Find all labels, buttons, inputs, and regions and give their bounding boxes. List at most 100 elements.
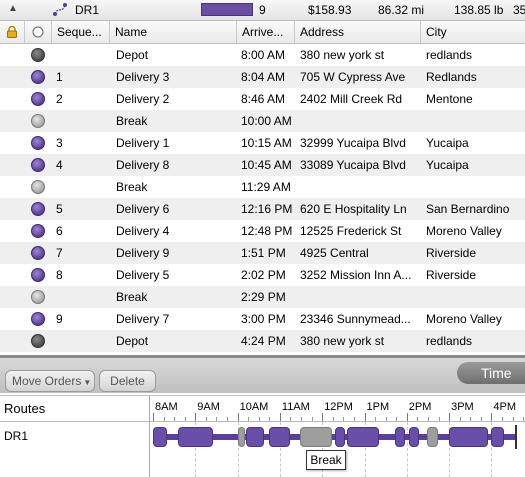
route-name: DR1 <box>75 3 100 17</box>
timeline-depot-block[interactable] <box>153 427 168 447</box>
collapse-caret-icon[interactable]: ▲ <box>8 3 18 14</box>
timeline-route-name[interactable]: DR1 <box>4 429 28 443</box>
status-column-header[interactable] <box>25 21 52 43</box>
cell-city: redlands <box>426 334 473 348</box>
delivery-status-icon <box>31 202 45 216</box>
timeline-header-divider <box>0 421 525 422</box>
timeline-delivery-block[interactable] <box>394 427 406 447</box>
table-row[interactable]: 7 Delivery 9 1:51 PM 4925 Central Riverside <box>0 242 525 264</box>
timeline-delivery-block[interactable] <box>346 427 379 447</box>
delivery-status-icon <box>31 92 45 106</box>
column-header-arrive[interactable]: Arrive... <box>237 21 295 43</box>
table-row[interactable]: 2 Delivery 2 8:46 AM 2402 Mill Creek Rd Ment… <box>0 88 525 110</box>
table-row[interactable]: 3 Delivery 1 10:15 AM 32999 Yucaipa Blvd Yuc… <box>0 132 525 154</box>
table-row[interactable]: Depot 8:00 AM 380 new york st redlands <box>0 44 525 66</box>
cell-sequence <box>56 330 106 352</box>
cell-name: Break <box>116 290 148 304</box>
move-orders-label: Move Orders <box>12 374 82 388</box>
table-row[interactable]: 1 Delivery 3 8:04 AM 705 W Cypress Ave Redla… <box>0 66 525 88</box>
cell-name: Delivery 7 <box>116 312 170 326</box>
cell-address: 33089 Yucaipa Blvd <box>300 158 406 172</box>
timeline-quarter-tick <box>523 417 525 421</box>
timeline-quarter-tick <box>343 417 345 421</box>
move-orders-button[interactable]: Move Orders ▼ <box>5 370 95 392</box>
cell-sequence: 6 <box>56 224 63 238</box>
timeline-break-block[interactable] <box>300 427 333 447</box>
timeline-quarter-tick <box>248 417 250 421</box>
cell-name: Delivery 4 <box>116 224 170 238</box>
cell-name: Delivery 1 <box>116 136 170 150</box>
timeline-quarter-tick <box>501 417 503 421</box>
timeline-quarter-tick <box>480 417 482 421</box>
lock-column-header[interactable] <box>0 21 25 43</box>
cell-arrive-time: 10:00 AM <box>241 114 292 128</box>
cell-arrive-time: 4:24 PM <box>241 334 286 348</box>
depot-status-icon <box>31 48 45 62</box>
timeline-quarter-tick <box>216 417 218 421</box>
cell-sequence <box>56 176 106 198</box>
timeline-quarter-tick <box>438 417 440 421</box>
table-row[interactable]: Depot 4:24 PM 380 new york st redlands <box>0 330 525 352</box>
timeline-end-marker <box>515 425 517 449</box>
table-row[interactable]: 9 Delivery 7 3:00 PM 23346 Sunnymead... More… <box>0 308 525 330</box>
timeline-quarter-tick <box>332 417 334 421</box>
cell-address: 32999 Yucaipa Blvd <box>300 136 406 150</box>
timeline-delivery-block[interactable] <box>491 427 505 447</box>
cell-name: Break <box>116 180 148 194</box>
timeline-quarter-tick <box>311 417 313 421</box>
cell-city: Redlands <box>426 70 477 84</box>
timeline-break-block[interactable] <box>427 427 438 447</box>
cell-address: 23346 Sunnymead... <box>300 312 411 326</box>
column-header-city[interactable]: City <box>421 21 525 43</box>
time-tab[interactable]: Time <box>457 362 525 384</box>
table-row[interactable]: Break 11:29 AM <box>0 176 525 198</box>
cell-arrive-time: 8:04 AM <box>241 70 286 84</box>
timeline-hour-tick <box>279 413 281 421</box>
table-row[interactable]: 5 Delivery 6 12:16 PM 620 E Hospitality Ln S… <box>0 198 525 220</box>
cell-name: Depot <box>116 48 149 62</box>
cell-city: redlands <box>426 48 473 62</box>
table-row[interactable]: Break 2:29 PM <box>0 286 525 308</box>
timeline-delivery-block[interactable] <box>246 427 264 447</box>
timeline-delivery-block[interactable] <box>177 427 213 447</box>
table-row[interactable]: 4 Delivery 8 10:45 AM 33089 Yucaipa Blvd Yuc… <box>0 154 525 176</box>
timeline-quarter-tick <box>417 417 419 421</box>
route-color-swatch[interactable] <box>201 3 253 16</box>
delivery-status-icon <box>31 268 45 282</box>
cell-city: Moreno Valley <box>426 312 502 326</box>
timeline-hour-tick <box>449 413 451 421</box>
timeline-delivery-block[interactable] <box>269 427 291 447</box>
column-header-sequence[interactable]: Seque... <box>52 21 110 43</box>
break-status-icon <box>31 114 45 128</box>
route-weight: 138.85 lb <box>454 3 504 17</box>
route-distance: 86.32 mi <box>378 3 425 17</box>
cell-address: 12525 Frederick St <box>300 224 402 238</box>
timeline-hour-label: 11AM <box>281 401 310 413</box>
lock-icon <box>7 26 17 38</box>
cell-name: Delivery 3 <box>116 70 170 84</box>
delete-button[interactable]: Delete <box>99 370 156 392</box>
timeline-break-block[interactable] <box>237 427 245 447</box>
timeline-quarter-tick <box>470 417 472 421</box>
timeline-hour-label: 2PM <box>408 401 432 413</box>
cell-sequence <box>56 286 106 308</box>
break-status-icon <box>31 180 45 194</box>
column-header-address[interactable]: Address <box>295 21 421 43</box>
timeline-delivery-block[interactable] <box>408 427 420 447</box>
cell-arrive-time: 12:48 PM <box>241 224 293 238</box>
table-row[interactable]: 8 Delivery 5 2:02 PM 3252 Mission Inn A... R… <box>0 264 525 286</box>
cell-name: Delivery 8 <box>116 158 170 172</box>
timeline-quarter-tick <box>512 417 514 421</box>
timeline-delivery-block[interactable] <box>449 427 488 447</box>
table-row[interactable]: Break 10:00 AM <box>0 110 525 132</box>
table-row[interactable]: 6 Delivery 4 12:48 PM 12525 Frederick St Mor… <box>0 220 525 242</box>
column-header-name[interactable]: Name <box>110 21 237 43</box>
break-tooltip: Break <box>306 450 346 470</box>
cell-address: 3252 Mission Inn A... <box>300 268 412 282</box>
cell-arrive-time: 12:16 PM <box>241 202 293 216</box>
timeline-hour-tick <box>153 413 154 421</box>
timeline-delivery-block[interactable] <box>334 427 346 447</box>
route-summary-bar[interactable]: ▲ DR1 9 $158.93 86.32 mi 138.85 lb 35.1 <box>0 0 525 21</box>
cell-arrive-time: 10:45 AM <box>241 158 292 172</box>
cell-name: Delivery 5 <box>116 268 170 282</box>
